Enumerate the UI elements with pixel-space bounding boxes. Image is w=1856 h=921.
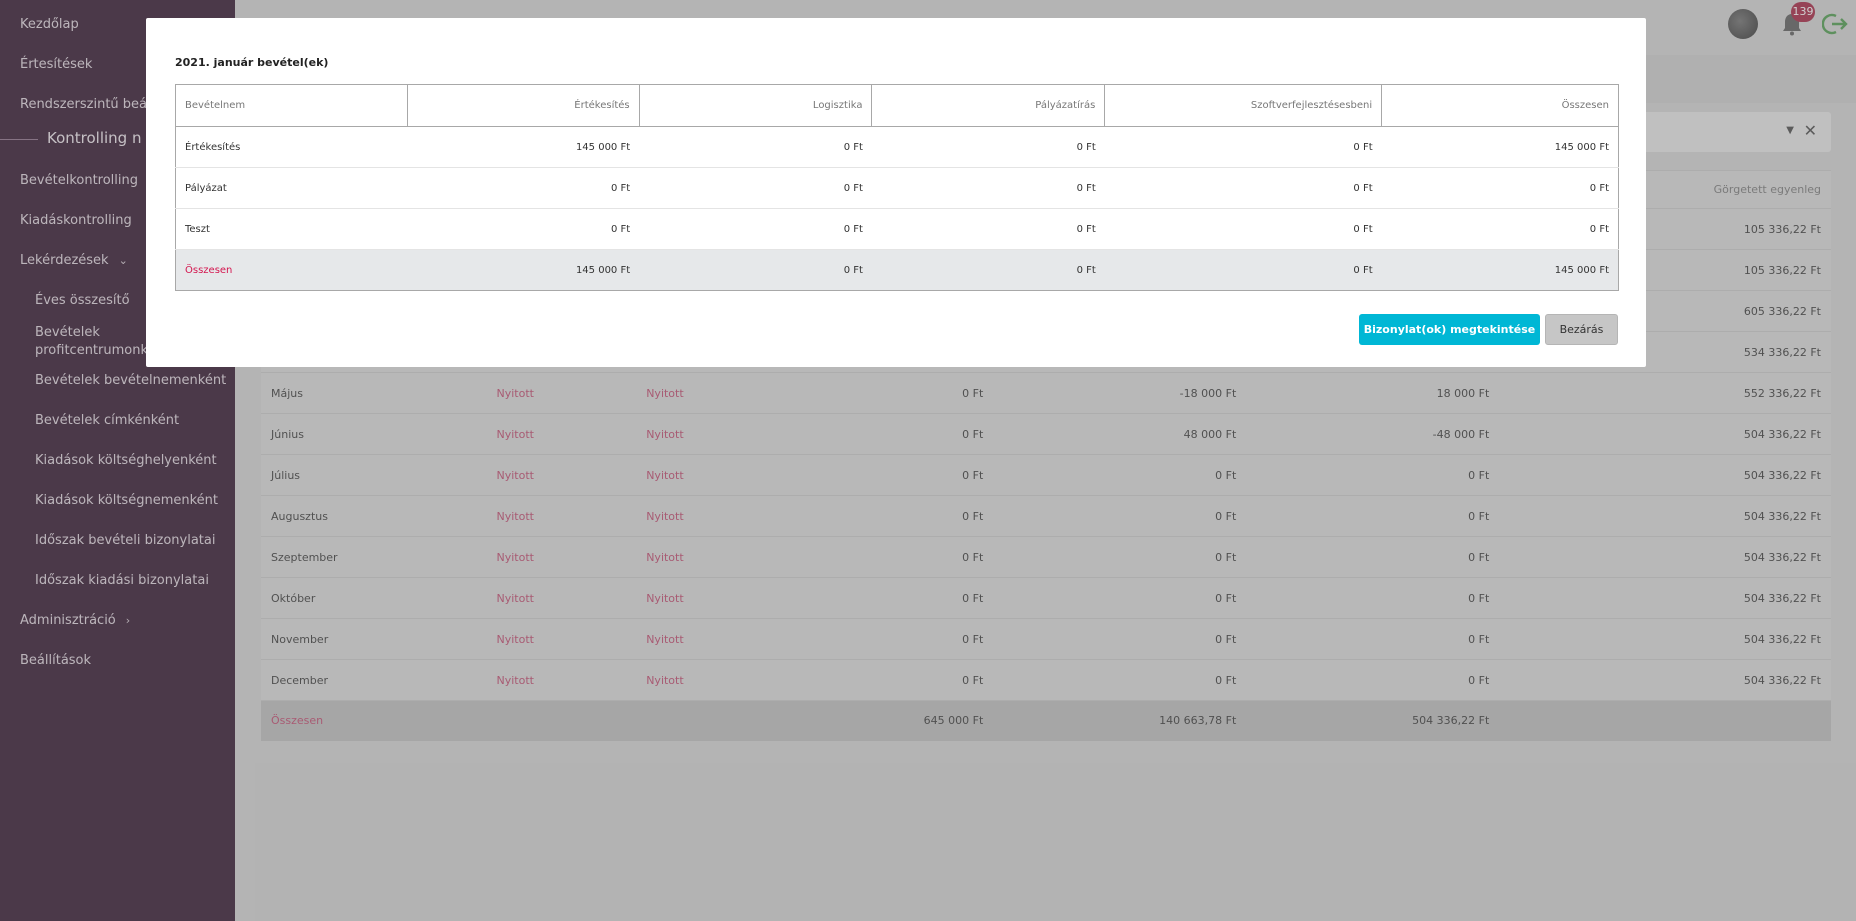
- revenue-modal: 2021. január bevétel(ek) Bevételnem Érté…: [146, 18, 1646, 367]
- table-row[interactable]: Értékesítés 145 000 Ft 0 Ft 0 Ft 0 Ft 145 000…: [175, 126, 1619, 168]
- table-cell: 145 000 Ft: [1381, 126, 1619, 168]
- table-cell: 145 000 Ft: [407, 249, 640, 291]
- table-cell: 0 Ft: [1381, 167, 1619, 209]
- view-documents-button[interactable]: Bizonylat(ok) megtekintése: [1359, 314, 1540, 345]
- column-header: Pályázatírás: [871, 84, 1106, 127]
- table-total-row: Összesen 145 000 Ft 0 Ft 0 Ft 0 Ft 145 0…: [175, 249, 1619, 291]
- modal-overlay[interactable]: 2021. január bevétel(ek) Bevételnem Érté…: [0, 0, 1856, 921]
- modal-table: Bevételnem Értékesítés Logisztika Pályáz…: [175, 84, 1619, 291]
- table-cell: 145 000 Ft: [1381, 249, 1619, 291]
- table-cell: 0 Ft: [871, 126, 1105, 168]
- table-row[interactable]: Teszt 0 Ft 0 Ft 0 Ft 0 Ft 0 Ft: [175, 208, 1619, 250]
- row-label: Teszt: [175, 208, 408, 250]
- modal-table-body: Értékesítés 145 000 Ft 0 Ft 0 Ft 0 Ft 145 000…: [175, 126, 1619, 250]
- row-label: Értékesítés: [175, 126, 408, 168]
- column-header: Bevételnem: [175, 84, 408, 127]
- table-cell: 0 Ft: [639, 126, 872, 168]
- table-cell: 0 Ft: [407, 167, 640, 209]
- table-cell: 0 Ft: [639, 167, 872, 209]
- table-cell: 0 Ft: [1104, 208, 1382, 250]
- column-header: Logisztika: [638, 84, 873, 127]
- column-header: Összesen: [1381, 84, 1619, 127]
- table-cell: 0 Ft: [1104, 167, 1382, 209]
- table-row[interactable]: Pályázat 0 Ft 0 Ft 0 Ft 0 Ft 0 Ft: [175, 167, 1619, 209]
- table-cell: 0 Ft: [1381, 208, 1619, 250]
- table-cell: 0 Ft: [871, 167, 1105, 209]
- table-cell: 145 000 Ft: [407, 126, 640, 168]
- table-cell: 0 Ft: [1104, 126, 1382, 168]
- close-button[interactable]: Bezárás: [1545, 314, 1618, 345]
- column-header: Értékesítés: [406, 84, 640, 127]
- table-cell: 0 Ft: [1104, 249, 1382, 291]
- table-cell: 0 Ft: [871, 249, 1105, 291]
- total-label: Összesen: [175, 249, 408, 291]
- table-cell: 0 Ft: [407, 208, 640, 250]
- modal-title: 2021. január bevétel(ek): [175, 56, 329, 69]
- table-header: Bevételnem Értékesítés Logisztika Pályáz…: [175, 84, 1619, 127]
- table-cell: 0 Ft: [871, 208, 1105, 250]
- table-cell: 0 Ft: [639, 249, 872, 291]
- row-label: Pályázat: [175, 167, 408, 209]
- column-header: Szoftverfejlesztésesbeni: [1104, 84, 1383, 127]
- table-cell: 0 Ft: [639, 208, 872, 250]
